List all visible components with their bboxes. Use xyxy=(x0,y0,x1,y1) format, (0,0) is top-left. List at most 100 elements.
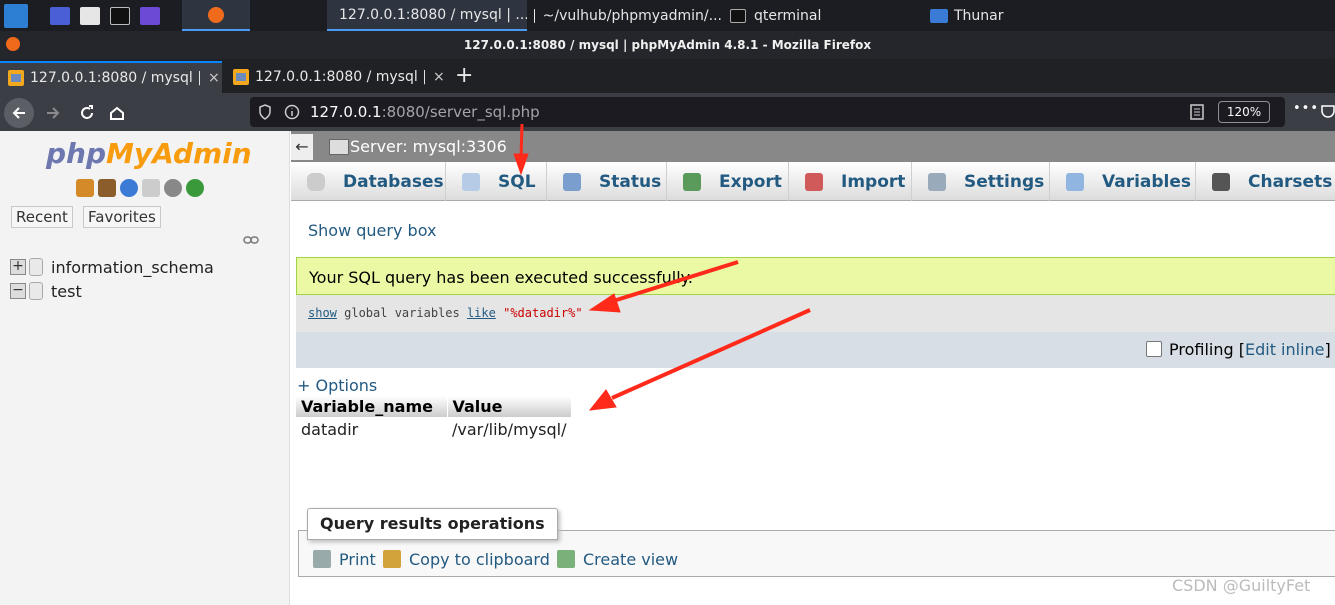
window-title: 127.0.0.1:8080 / mysql | phpMyAdmin 4.8.… xyxy=(463,38,872,52)
show-query-box-link[interactable]: Show query box xyxy=(308,221,436,240)
db-tree-item-test[interactable]: − test xyxy=(10,280,82,302)
terminal-icon[interactable] xyxy=(110,0,134,31)
db-name[interactable]: information_schema xyxy=(51,258,214,277)
collapse-icon[interactable]: − xyxy=(10,283,26,299)
print-button[interactable]: Print xyxy=(313,548,376,570)
pma-favicon-icon xyxy=(233,69,249,85)
sql-keyword[interactable]: like xyxy=(467,306,496,320)
link-icon[interactable] xyxy=(243,235,259,245)
clipboard-icon xyxy=(383,550,401,568)
zoom-indicator[interactable]: 120% xyxy=(1218,101,1270,123)
tab-charsets[interactable]: Charsets xyxy=(1196,162,1335,201)
taskbar-label: Thunar xyxy=(954,7,1004,24)
home-button[interactable] xyxy=(102,98,132,128)
workspace-icon[interactable] xyxy=(50,0,74,31)
home-icon xyxy=(110,106,124,120)
kali-menu-icon[interactable] xyxy=(4,0,30,31)
taskbar-qterminal[interactable]: qterminal xyxy=(730,0,880,31)
tab-export[interactable]: Export xyxy=(667,162,789,201)
help-icon[interactable] xyxy=(120,179,138,197)
taskbar-thunar[interactable]: Thunar xyxy=(930,0,1050,31)
docs-icon[interactable] xyxy=(142,179,160,197)
browser-tab[interactable]: 127.0.0.1:8080 / mysql | l × xyxy=(225,61,447,93)
pma-sidebar: phpMyAdmin Recent Favorites + informatio… xyxy=(0,131,290,605)
profiling-label: Profiling [ xyxy=(1169,340,1245,359)
firefox-launcher-icon[interactable] xyxy=(182,0,250,31)
tab-label: 127.0.0.1:8080 / mysql | l xyxy=(30,70,200,86)
variables-icon xyxy=(1066,172,1084,191)
reload-icon xyxy=(81,105,93,119)
tab-variables[interactable]: Variables xyxy=(1050,162,1196,201)
breadcrumb: ← Server: mysql:3306 xyxy=(291,131,1335,162)
tab-status[interactable]: Status xyxy=(547,162,667,201)
favorites-tab[interactable]: Favorites xyxy=(83,206,161,228)
expand-icon[interactable]: + xyxy=(10,259,26,275)
top-menu: Databases SQL Status Export Import Setti… xyxy=(291,162,1335,201)
taskbar-firefox[interactable]: 127.0.0.1:8080 / mysql | ... xyxy=(327,0,527,31)
copy-to-clipboard-button[interactable]: Copy to clipboard xyxy=(383,548,550,570)
print-icon xyxy=(313,550,331,568)
terminal-icon xyxy=(730,8,746,23)
sql-icon xyxy=(462,172,480,191)
arrow-left-icon xyxy=(12,107,25,119)
url-bar[interactable]: 127.0.0.1:8080/server_sql.php 120% xyxy=(250,97,1285,127)
info-icon xyxy=(284,104,300,120)
taskbar-editor[interactable]: ~/vulhub/phpmyadmin/... xyxy=(532,0,722,31)
browser-tab[interactable]: 127.0.0.1:8080 / mysql | l × xyxy=(0,61,222,93)
browser-tabstrip: 127.0.0.1:8080 / mysql | l × 127.0.0.1:8… xyxy=(0,59,1335,93)
files-icon[interactable] xyxy=(80,0,104,31)
server-icon xyxy=(329,139,349,155)
tab-databases[interactable]: Databases xyxy=(291,162,446,201)
tab-import[interactable]: Import xyxy=(789,162,912,201)
forward-button[interactable] xyxy=(38,98,68,128)
sql-keyword[interactable]: show xyxy=(308,306,337,320)
gear-icon[interactable] xyxy=(164,179,182,197)
tab-label: 127.0.0.1:8080 / mysql | l xyxy=(255,69,425,85)
back-button[interactable] xyxy=(4,98,34,128)
import-icon xyxy=(805,172,823,191)
browser-navbar: 127.0.0.1:8080/server_sql.php 120% ••• xyxy=(0,93,1335,131)
recent-tab[interactable]: Recent xyxy=(11,206,73,228)
pma-main: ← Server: mysql:3306 Databases SQL Statu… xyxy=(291,131,1335,605)
sql-query-display: show global variables like "%datadir%" xyxy=(296,295,1335,332)
options-link[interactable]: + Options xyxy=(297,376,377,395)
db-tree-item-information-schema[interactable]: + information_schema xyxy=(10,256,214,278)
folder-icon xyxy=(930,8,948,23)
phpmyadmin-logo[interactable]: phpMyAdmin xyxy=(46,137,252,170)
tab-settings[interactable]: Settings xyxy=(912,162,1050,201)
column-header[interactable]: Value xyxy=(447,396,572,417)
sidebar-icon-row xyxy=(76,179,204,197)
home-icon[interactable] xyxy=(76,179,94,197)
url-text: 127.0.0.1:8080/server_sql.php xyxy=(310,103,540,121)
taskbar-label: ~/vulhub/phpmyadmin/... xyxy=(542,7,722,24)
window-titlebar: 127.0.0.1:8080 / mysql | phpMyAdmin 4.8.… xyxy=(0,31,1335,59)
os-taskbar: 127.0.0.1:8080 / mysql | ... ~/vulhub/ph… xyxy=(0,0,1335,31)
page-actions-icon[interactable]: ••• xyxy=(1293,101,1319,116)
profiling-bar: Profiling [Edit inline] [ xyxy=(296,332,1335,368)
pocket-icon[interactable] xyxy=(1320,103,1335,119)
charsets-icon xyxy=(1212,172,1230,191)
success-message: Your SQL query has been executed success… xyxy=(296,257,1335,295)
new-tab-button[interactable]: + xyxy=(455,63,473,88)
logout-icon[interactable] xyxy=(98,179,116,197)
taskbar-label: qterminal xyxy=(754,7,822,24)
watermark: CSDN @GuiltyFet xyxy=(1172,576,1311,595)
table-cell: /var/lib/mysql/ xyxy=(452,420,567,439)
create-view-button[interactable]: Create view xyxy=(557,548,678,570)
profiling-checkbox[interactable] xyxy=(1146,341,1162,357)
table-row: datadir /var/lib/mysql/ xyxy=(296,417,571,442)
db-name[interactable]: test xyxy=(51,282,82,301)
server-link[interactable]: Server: mysql:3306 xyxy=(350,137,507,156)
taskbar-label: 127.0.0.1:8080 / mysql | ... xyxy=(339,6,527,23)
sql-text: global variables xyxy=(336,306,467,320)
close-tab-icon[interactable]: × xyxy=(433,69,445,85)
shield-icon xyxy=(259,104,271,120)
reload-button[interactable] xyxy=(72,98,102,128)
refresh-icon[interactable] xyxy=(186,179,204,197)
edit-inline-link[interactable]: Edit inline xyxy=(1245,340,1325,359)
column-header[interactable]: Variable_name xyxy=(296,396,448,417)
collapse-sidebar-button[interactable]: ← xyxy=(291,134,313,160)
close-tab-icon[interactable]: × xyxy=(208,70,220,86)
recorder-icon[interactable] xyxy=(140,0,164,31)
tab-sql[interactable]: SQL xyxy=(446,162,547,201)
